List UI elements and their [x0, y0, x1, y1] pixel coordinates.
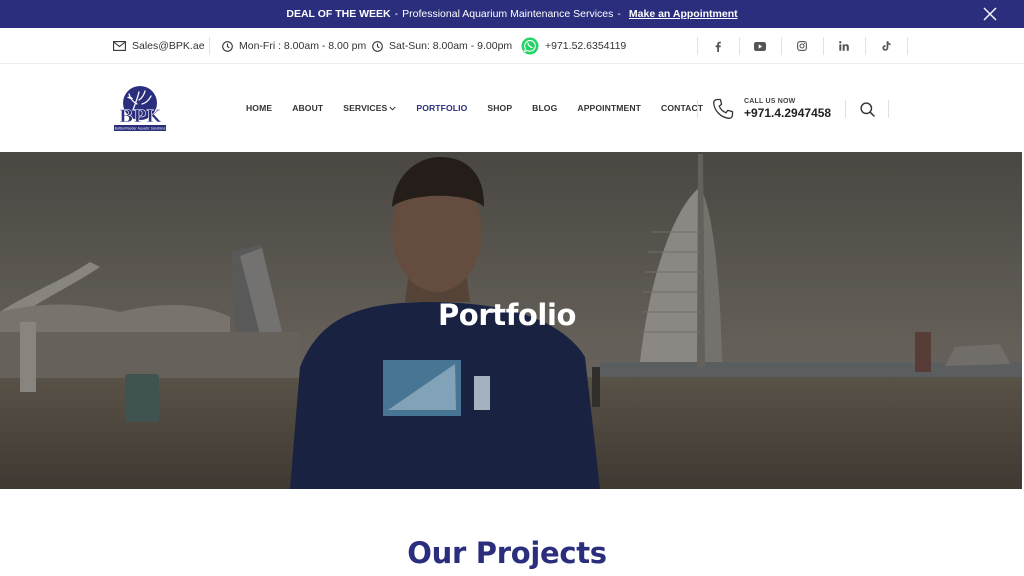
divider: [845, 100, 846, 118]
search-icon[interactable]: [860, 102, 875, 117]
nav-portfolio[interactable]: PORTFOLIO: [416, 103, 467, 113]
mail-icon: [113, 41, 126, 51]
promo-text: Professional Aquarium Maintenance Servic…: [402, 8, 614, 20]
tiktok-icon: [881, 41, 891, 51]
contact-bar: Sales@BPK.ae Mon-Fri : 8.00am - 8.00 pm …: [0, 28, 1024, 64]
divider: [209, 37, 210, 55]
close-icon[interactable]: [982, 6, 998, 22]
nav-services-label: SERVICES: [343, 103, 388, 113]
section-title: Our Projects: [407, 536, 607, 570]
clock-icon: [222, 40, 233, 52]
divider: [907, 37, 908, 55]
nav-shop[interactable]: SHOP: [487, 103, 512, 113]
weekend-hours: Sat-Sun: 8.00am - 9.00pm: [372, 28, 512, 64]
main-header: BPK Bottomfeeder Aquatic Solutions HOME …: [0, 64, 1024, 152]
linkedin-icon: [839, 41, 849, 51]
logo-tagline: Bottomfeeder Aquatic Solutions: [115, 127, 166, 131]
tiktok-link[interactable]: [865, 28, 907, 64]
call-label: CALL US NOW: [744, 98, 796, 105]
instagram-icon: [797, 41, 807, 51]
promo-separator-2: -: [617, 8, 621, 20]
nav-appointment[interactable]: APPOINTMENT: [577, 103, 641, 113]
youtube-icon: [754, 41, 766, 51]
call-us-link[interactable]: CALL US NOW +971.4.2947458: [712, 98, 831, 120]
instagram-link[interactable]: [781, 28, 823, 64]
bpk-logo[interactable]: BPK Bottomfeeder Aquatic Solutions: [113, 84, 167, 134]
whatsapp-link[interactable]: +971.52.6354119: [521, 28, 626, 64]
weekday-hours: Mon-Fri : 8.00am - 8.00 pm: [222, 28, 366, 64]
email-text: Sales@BPK.ae: [132, 40, 205, 52]
make-appointment-link[interactable]: Make an Appointment: [629, 8, 738, 20]
clock-icon: [372, 40, 383, 52]
whatsapp-icon: [521, 37, 539, 55]
whatsapp-number: +971.52.6354119: [545, 40, 627, 52]
nav-about[interactable]: ABOUT: [292, 103, 323, 113]
nav-services[interactable]: SERVICES: [343, 103, 396, 113]
promo-bar: DEAL OF THE WEEK - Professional Aquarium…: [0, 0, 1024, 28]
linkedin-link[interactable]: [823, 28, 865, 64]
facebook-icon: [715, 41, 721, 52]
youtube-link[interactable]: [739, 28, 781, 64]
call-number: +971.4.2947458: [744, 106, 832, 120]
divider: [697, 100, 698, 118]
nav-home[interactable]: HOME: [246, 103, 272, 113]
promo-label: DEAL OF THE WEEK: [286, 8, 391, 20]
main-nav: HOME ABOUT SERVICES PORTFOLIO SHOP BLOG …: [246, 64, 723, 152]
chevron-down-icon: [389, 106, 396, 111]
divider: [888, 100, 889, 118]
nav-blog[interactable]: BLOG: [532, 103, 557, 113]
logo-text: BPK: [119, 107, 162, 127]
phone-icon: [713, 98, 734, 119]
facebook-link[interactable]: [697, 28, 739, 64]
page-title: Portfolio: [437, 298, 577, 332]
weekday-hours-text: Mon-Fri : 8.00am - 8.00 pm: [239, 40, 367, 52]
email-link[interactable]: Sales@BPK.ae: [113, 28, 205, 64]
promo-separator: -: [394, 8, 399, 20]
weekend-hours-text: Sat-Sun: 8.00am - 9.00pm: [389, 40, 513, 52]
hero-banner: Portfolio: [0, 152, 1022, 489]
